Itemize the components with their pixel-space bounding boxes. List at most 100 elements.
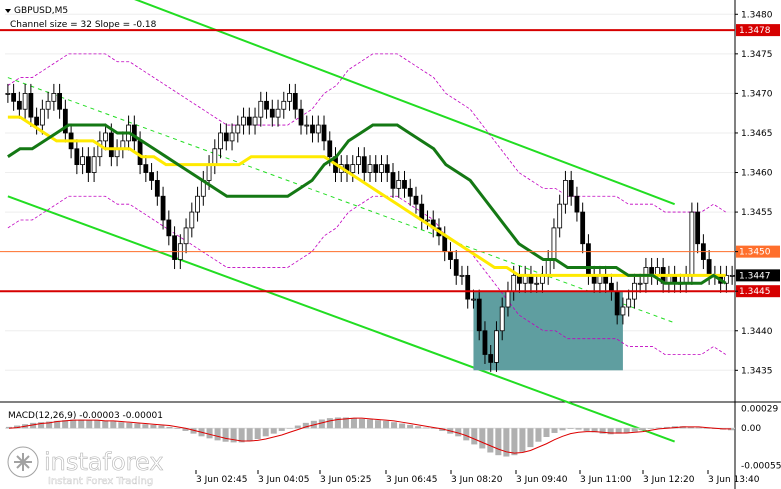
candle-body bbox=[149, 172, 154, 181]
candle-body bbox=[505, 290, 511, 308]
macd-bar bbox=[246, 428, 253, 442]
candle-body bbox=[620, 306, 626, 316]
candle-body bbox=[51, 93, 57, 102]
macd-bar bbox=[375, 420, 382, 429]
candle-body bbox=[367, 164, 373, 173]
candle-body bbox=[568, 180, 574, 197]
candle-body bbox=[534, 282, 540, 285]
macd-bar bbox=[415, 426, 422, 429]
channel-info-label: Channel size = 32 Slope = -0.18 bbox=[10, 20, 157, 30]
candle-body bbox=[252, 116, 258, 126]
macd-bar bbox=[479, 428, 486, 449]
candle-body bbox=[442, 235, 448, 253]
candle-body bbox=[287, 93, 292, 102]
macd-bar bbox=[535, 428, 542, 442]
logo-brand: instaforex bbox=[44, 448, 164, 476]
candle-body bbox=[373, 164, 379, 173]
symbol-label: GBPUSD,M5 bbox=[14, 6, 68, 16]
macd-bar bbox=[102, 420, 109, 429]
candle-body bbox=[327, 140, 333, 158]
candle-body bbox=[689, 211, 695, 276]
candle-body bbox=[379, 164, 384, 173]
candle-body bbox=[154, 180, 160, 197]
macd-bar bbox=[214, 428, 221, 441]
x-tick-label: 3 Jun 11:00 bbox=[580, 475, 632, 485]
macd-bar bbox=[126, 422, 133, 429]
candle-body bbox=[321, 124, 327, 142]
macd-bar bbox=[94, 420, 101, 429]
candle-body bbox=[545, 259, 551, 276]
candle-body bbox=[413, 195, 419, 205]
candle-body bbox=[614, 290, 620, 316]
candle-body bbox=[235, 124, 241, 134]
macd-bar bbox=[150, 424, 157, 429]
macd-bar bbox=[262, 428, 269, 437]
candle-body bbox=[229, 132, 235, 142]
candle-body bbox=[28, 93, 34, 118]
price-chart-canvas[interactable]: 1.3478 1.3450 1.3445 1.3447 1.3480 1.3475 1.3… bbox=[0, 0, 781, 489]
macd-bar bbox=[631, 428, 638, 432]
candle-body bbox=[103, 132, 108, 142]
macd-bar bbox=[639, 428, 646, 431]
candle-body bbox=[85, 156, 91, 173]
candle-body bbox=[356, 156, 361, 166]
candle-body bbox=[57, 93, 63, 110]
candle-body bbox=[637, 282, 643, 285]
candle-body bbox=[5, 93, 11, 95]
candle-body bbox=[574, 195, 580, 213]
macd-bar bbox=[286, 428, 293, 429]
candle-body bbox=[453, 259, 459, 276]
candle-body bbox=[16, 100, 22, 110]
candle-body bbox=[425, 219, 430, 222]
x-tick-label: 3 Jun 12:20 bbox=[643, 475, 695, 485]
candle-body bbox=[74, 148, 80, 166]
candle-body bbox=[304, 124, 310, 127]
macd-bar bbox=[463, 428, 470, 441]
current-price-text: 1.3447 bbox=[739, 271, 771, 281]
candle-body bbox=[258, 100, 264, 118]
candle-body bbox=[223, 132, 229, 142]
candle-body bbox=[482, 330, 488, 355]
macd-bar bbox=[391, 422, 398, 429]
macd-bar bbox=[703, 428, 710, 429]
candle-body bbox=[11, 93, 17, 102]
macd-tick-label: -0.00055 bbox=[741, 461, 781, 471]
macd-bar bbox=[527, 428, 534, 448]
candle-body bbox=[80, 156, 85, 166]
y-tick-label: 1.3460 bbox=[741, 169, 773, 179]
candle-body bbox=[459, 274, 465, 277]
candle-body bbox=[206, 164, 212, 181]
macd-bar bbox=[134, 423, 141, 429]
macd-bar bbox=[655, 427, 662, 429]
candle-body bbox=[246, 116, 252, 126]
candle-body bbox=[476, 298, 482, 332]
macd-bar bbox=[487, 428, 494, 453]
macd-bar bbox=[575, 428, 582, 430]
macd-bar bbox=[222, 428, 229, 442]
candle-body bbox=[494, 330, 499, 363]
candle-body bbox=[563, 180, 568, 205]
macd-title: MACD(12,26,9) -0.00003 -0.00001 bbox=[8, 411, 163, 421]
macd-bar bbox=[543, 428, 550, 437]
macd-bar bbox=[358, 418, 365, 429]
candle-body bbox=[166, 219, 172, 237]
candle-body bbox=[310, 124, 315, 134]
candle-body bbox=[396, 180, 402, 189]
candle-body bbox=[315, 124, 321, 134]
x-tick-label: 3 Jun 04:05 bbox=[258, 475, 309, 485]
candle-body bbox=[172, 235, 177, 260]
macd-bar bbox=[559, 428, 566, 431]
candle-body bbox=[511, 274, 517, 292]
candle-body bbox=[488, 354, 494, 363]
candle-body bbox=[183, 227, 189, 245]
macd-bar bbox=[278, 428, 285, 431]
candle-body bbox=[212, 148, 218, 166]
x-tick-label: 3 Jun 05:25 bbox=[320, 475, 371, 485]
macd-bar bbox=[174, 428, 181, 429]
candle-body bbox=[218, 132, 223, 150]
candle-body bbox=[350, 164, 356, 173]
x-tick-label: 3 Jun 09:40 bbox=[516, 475, 568, 485]
candle-body bbox=[189, 211, 195, 229]
candle-body bbox=[586, 243, 591, 276]
logo-tagline: Instant Forex Trading bbox=[48, 476, 153, 487]
